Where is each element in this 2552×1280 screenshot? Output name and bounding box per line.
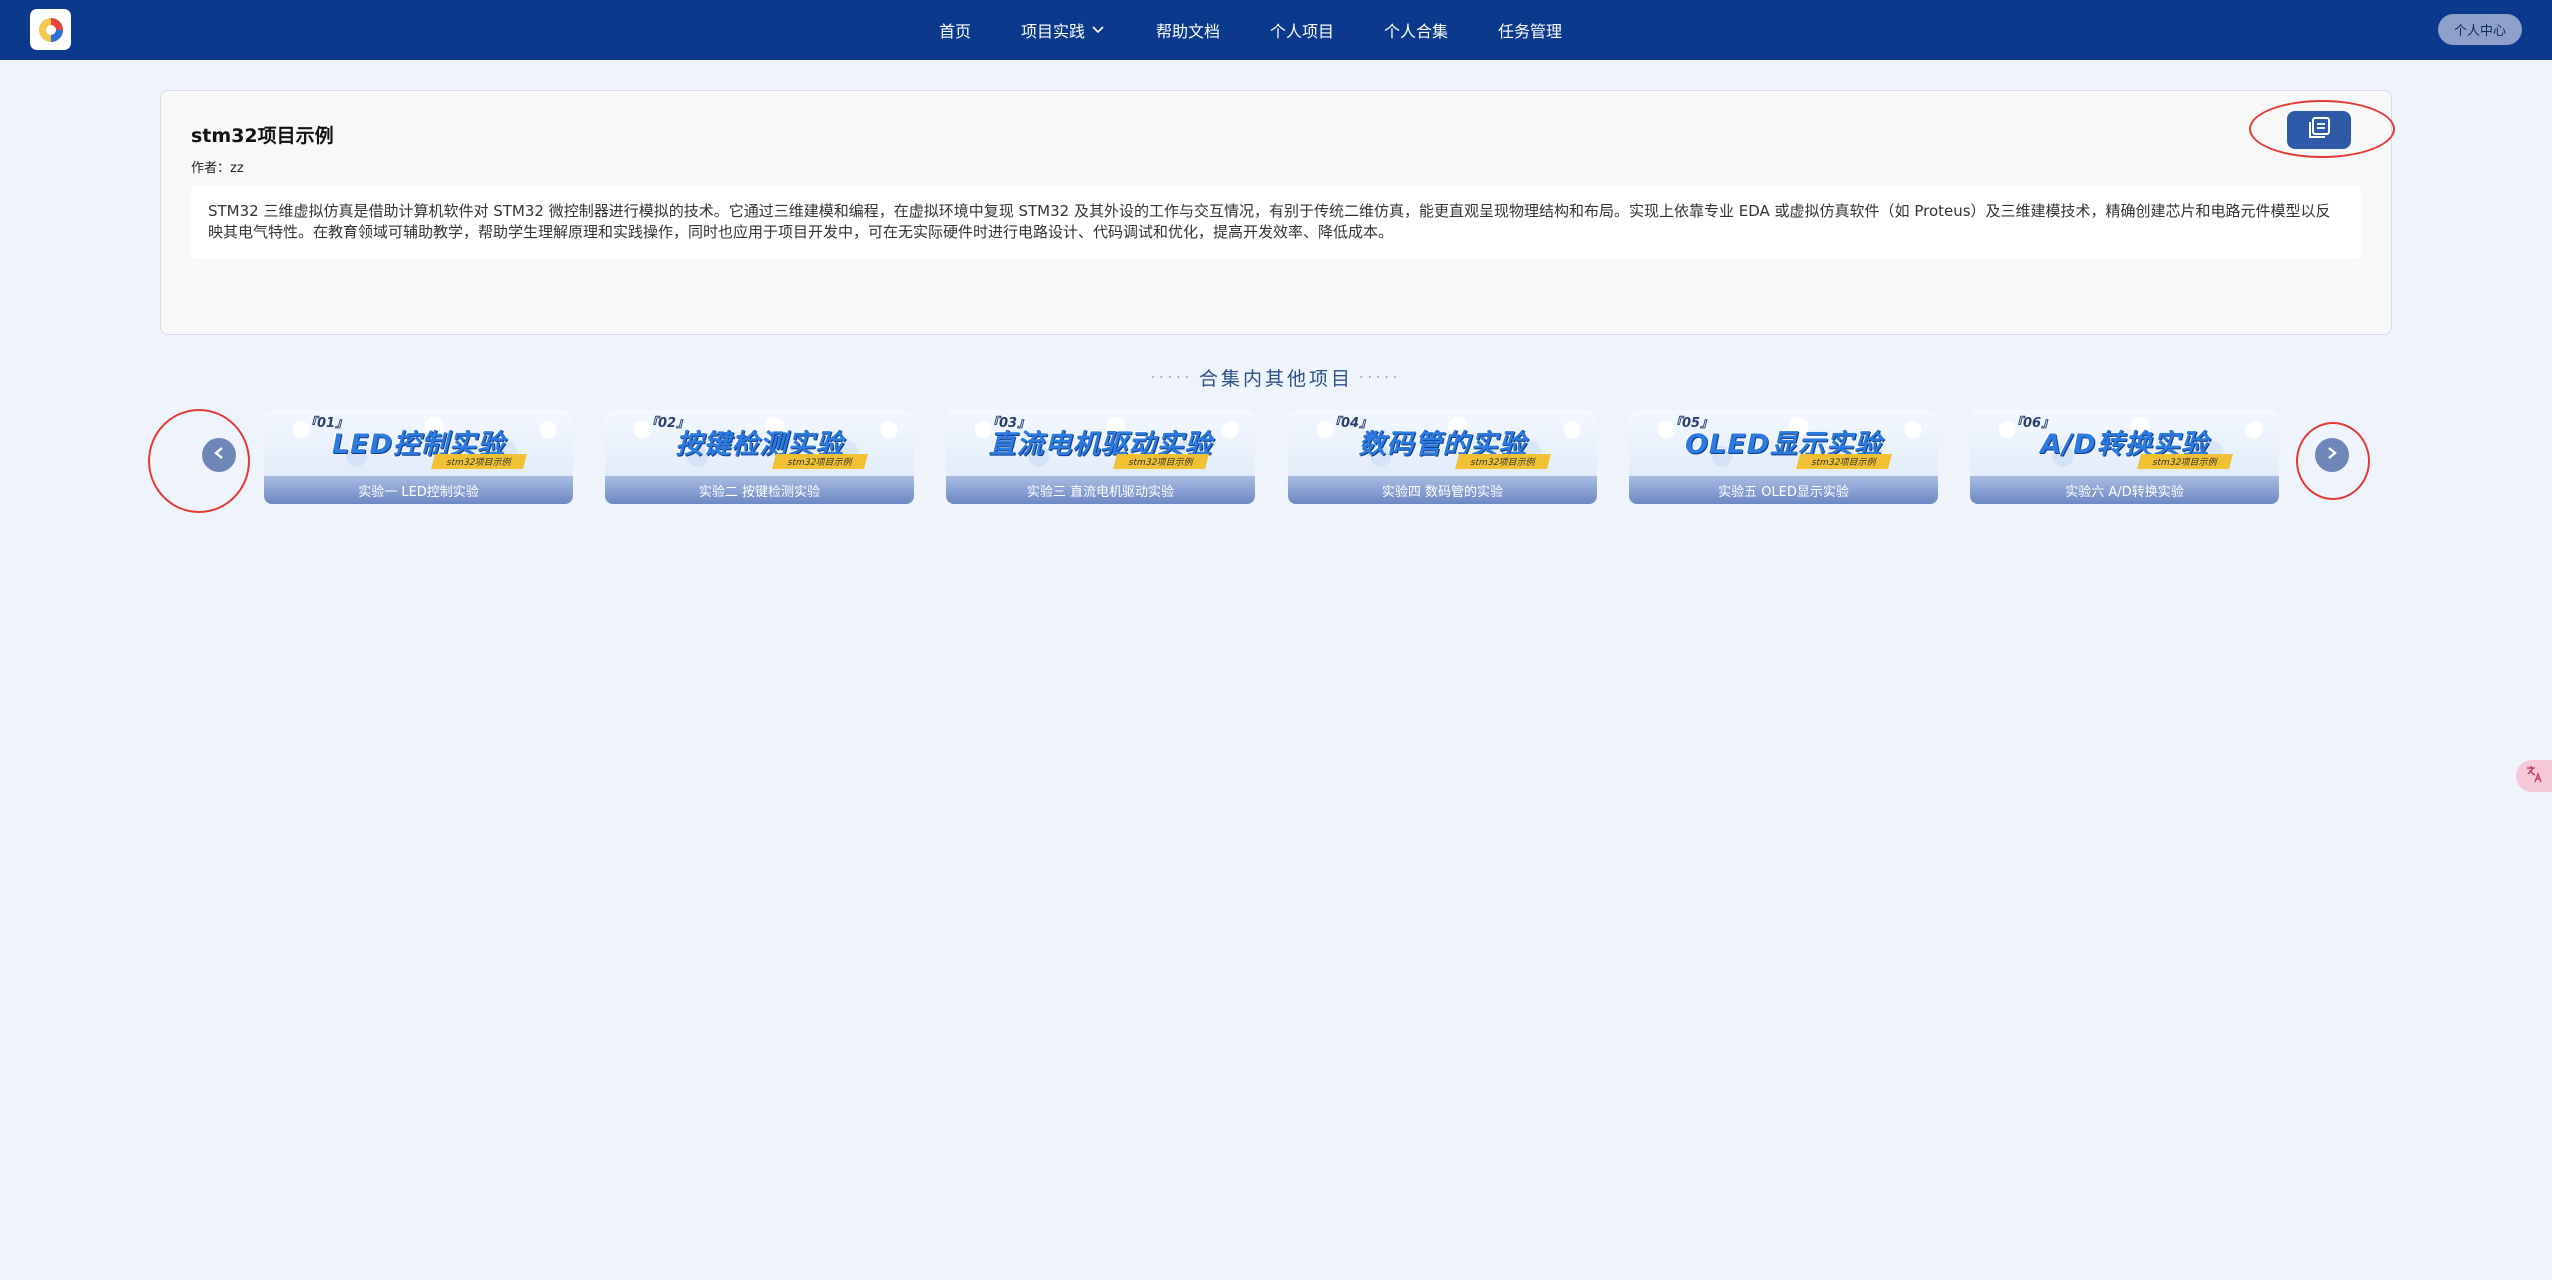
- chevron-left-icon: [211, 445, 227, 465]
- nav-home[interactable]: 首页: [939, 0, 971, 60]
- nav-personal-projects[interactable]: 个人项目: [1270, 0, 1334, 60]
- carousel-prev-button[interactable]: [202, 438, 236, 472]
- top-navbar: 首页 项目实践 帮助文档 个人项目 个人合集 任务管理 个人中心: [0, 0, 2552, 60]
- translate-icon: [2524, 764, 2544, 788]
- translate-widget[interactable]: [2516, 760, 2552, 792]
- card-label: 实验三 直流电机驱动实验: [946, 476, 1255, 504]
- nav-project-practice[interactable]: 项目实践: [1021, 0, 1104, 60]
- nav-personal-collections-label: 个人合集: [1384, 22, 1449, 41]
- project-author: 作者：zz: [191, 161, 244, 176]
- copy-icon: [2306, 116, 2332, 144]
- nav-personal-collections[interactable]: 个人合集: [1384, 0, 1448, 60]
- card-banner: 『04』 数码管的实验 stm32项目示例: [1288, 410, 1597, 476]
- card-tag: stm32项目示例: [1112, 454, 1210, 469]
- nav-help-docs[interactable]: 帮助文档: [1156, 0, 1220, 60]
- card-label: 实验四 数码管的实验: [1288, 476, 1597, 504]
- decorative-dots-left: ·····: [1150, 369, 1193, 386]
- card-banner: 『05』 OLED显示实验 stm32项目示例: [1629, 410, 1938, 476]
- card-tag: stm32项目示例: [771, 454, 869, 469]
- collection-card-2[interactable]: 『02』 按键检测实验 stm32项目示例 实验二 按键检测实验: [605, 410, 914, 504]
- card-banner: 『06』 A/D转换实验 stm32项目示例: [1970, 410, 2279, 476]
- nav-personal-projects-label: 个人项目: [1270, 22, 1335, 41]
- main-nav: 首页 项目实践 帮助文档 个人项目 个人合集 任务管理: [0, 0, 2552, 60]
- collection-card-5[interactable]: 『05』 OLED显示实验 stm32项目示例 实验五 OLED显示实验: [1629, 410, 1938, 504]
- card-label: 实验六 A/D转换实验: [1970, 476, 2279, 504]
- nav-help-docs-label: 帮助文档: [1156, 22, 1221, 41]
- collection-title-text: 合集内其他项目: [1198, 368, 1353, 390]
- copy-button[interactable]: [2287, 111, 2351, 149]
- card-tag: stm32项目示例: [1454, 454, 1552, 469]
- card-banner: 『01』 LED控制实验 stm32项目示例: [264, 410, 573, 476]
- project-title: stm32项目示例: [191, 125, 334, 147]
- collection-section-title: ····· 合集内其他项目 ·····: [0, 364, 2552, 391]
- chevron-down-icon: [1092, 26, 1104, 34]
- card-label: 实验五 OLED显示实验: [1629, 476, 1938, 504]
- nav-task-management[interactable]: 任务管理: [1498, 0, 1562, 60]
- collection-card-3[interactable]: 『03』 直流电机驱动实验 stm32项目示例 实验三 直流电机驱动实验: [946, 410, 1255, 504]
- collection-card-4[interactable]: 『04』 数码管的实验 stm32项目示例 实验四 数码管的实验: [1288, 410, 1597, 504]
- chevron-right-icon: [2324, 445, 2340, 465]
- nav-project-practice-label: 项目实践: [1021, 22, 1086, 41]
- card-tag: stm32项目示例: [430, 454, 528, 469]
- card-tag: stm32项目示例: [1795, 454, 1893, 469]
- user-center-button[interactable]: 个人中心: [2437, 14, 2522, 45]
- project-info-card: stm32项目示例 作者：zz STM32 三维虚拟仿真是借助计算机软件对 ST…: [160, 90, 2392, 335]
- card-label: 实验一 LED控制实验: [264, 476, 573, 504]
- card-banner: 『03』 直流电机驱动实验 stm32项目示例: [946, 410, 1255, 476]
- nav-task-management-label: 任务管理: [1498, 22, 1563, 41]
- collection-card-1[interactable]: 『01』 LED控制实验 stm32项目示例 实验一 LED控制实验: [264, 410, 573, 504]
- project-description-text: STM32 三维虚拟仿真是借助计算机软件对 STM32 微控制器进行模拟的技术。…: [208, 202, 2331, 241]
- card-banner: 『02』 按键检测实验 stm32项目示例: [605, 410, 914, 476]
- card-label: 实验二 按键检测实验: [605, 476, 914, 504]
- project-description: STM32 三维虚拟仿真是借助计算机软件对 STM32 微控制器进行模拟的技术。…: [191, 185, 2361, 259]
- collection-card-6[interactable]: 『06』 A/D转换实验 stm32项目示例 实验六 A/D转换实验: [1970, 410, 2279, 504]
- carousel-next-button[interactable]: [2315, 438, 2349, 472]
- card-tag: stm32项目示例: [2136, 454, 2234, 469]
- nav-home-label: 首页: [939, 22, 972, 41]
- decorative-dots-right: ·····: [1359, 369, 1402, 386]
